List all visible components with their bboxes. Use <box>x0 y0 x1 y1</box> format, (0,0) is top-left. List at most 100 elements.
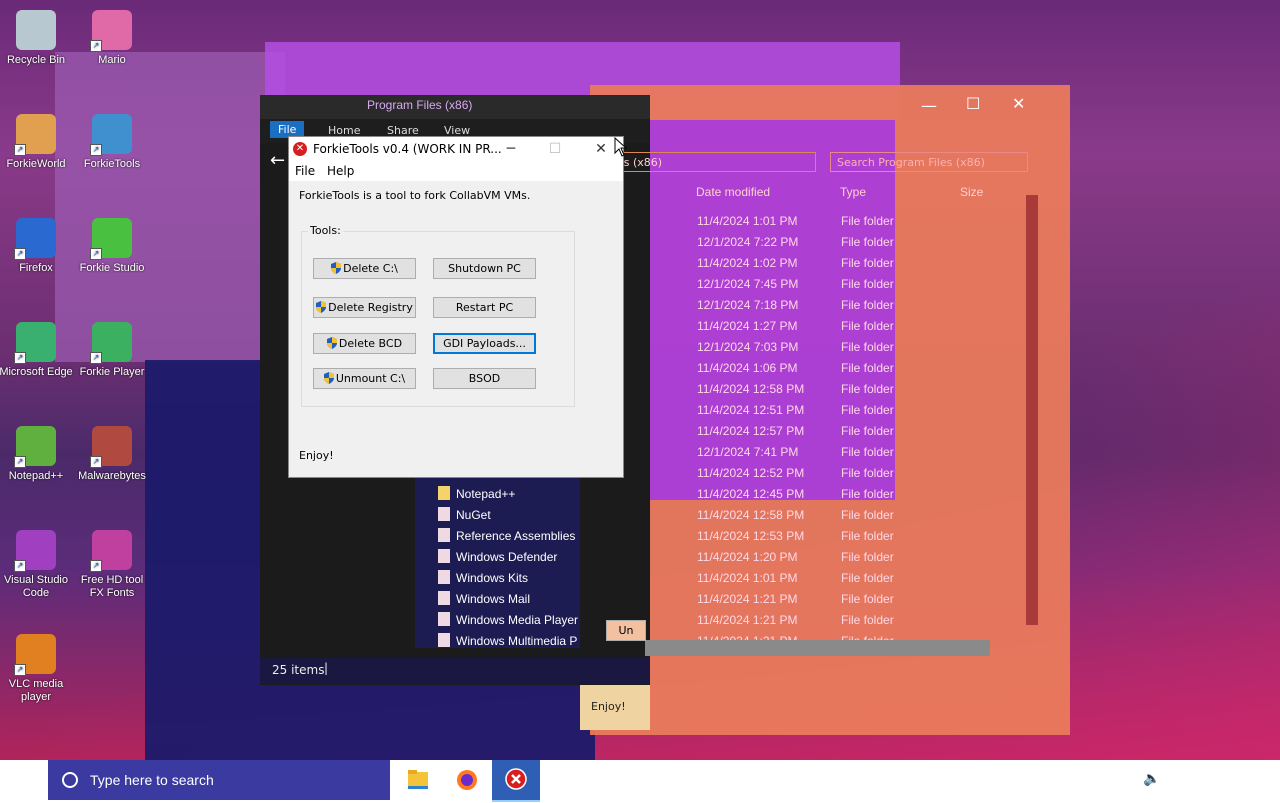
desktop-icon[interactable]: ↗ ForkieTools <box>74 114 150 171</box>
folder-icon <box>438 591 450 605</box>
horizontal-scrollbar[interactable] <box>645 640 990 656</box>
delete-c-button[interactable]: Delete C:\ <box>313 258 416 279</box>
minimize-icon[interactable]: ─ <box>497 139 525 159</box>
row-type: File folder <box>841 277 894 291</box>
uac-shield-icon <box>326 337 337 349</box>
row-date-modified: 12/1/2024 7:45 PM <box>697 277 799 291</box>
desktop-icon[interactable]: ↗ VLC media player <box>0 634 74 704</box>
error-icon: ✕ <box>293 142 307 156</box>
folder-icon <box>438 486 450 500</box>
desktop-icon-label: VLC media player <box>8 678 64 703</box>
shutdown-pc-button[interactable]: Shutdown PC <box>433 258 536 279</box>
delete-bcd-button[interactable]: Delete BCD <box>313 333 416 354</box>
desktop-icon[interactable]: ↗ Forkie Studio <box>74 218 150 275</box>
search-icon <box>62 772 78 788</box>
volume-icon[interactable]: 🔈 <box>1143 770 1160 787</box>
shortcut-arrow-icon: ↗ <box>14 664 26 676</box>
glitch-artifact <box>55 52 285 362</box>
folder-list-item[interactable]: Windows Multimedia P <box>438 631 588 652</box>
vscode-icon: ↗ <box>14 530 56 572</box>
gdi-payloads-button[interactable]: GDI Payloads... <box>433 333 536 354</box>
folder-list-item[interactable]: Reference Assemblies <box>438 526 588 547</box>
menu-file[interactable]: File <box>295 164 315 178</box>
close-icon[interactable]: ✕ <box>1012 94 1025 113</box>
start-button[interactable] <box>12 771 30 789</box>
row-date-modified: 12/1/2024 7:41 PM <box>697 445 799 459</box>
folder-name: Windows Kits <box>456 571 529 585</box>
row-type: File folder <box>841 466 894 480</box>
row-type: File folder <box>841 508 894 522</box>
minimize-icon[interactable]: — <box>921 96 937 115</box>
bsod-button[interactable]: BSOD <box>433 368 536 389</box>
desktop-icon-label: Visual Studio Code <box>3 574 68 599</box>
column-type[interactable]: Type <box>840 185 866 199</box>
row-type: File folder <box>841 214 894 228</box>
address-bar[interactable]: es (x86) <box>606 152 816 172</box>
forkie-tools-icon: ↗ <box>90 114 132 156</box>
folder-list-item[interactable]: Windows Kits <box>438 568 588 589</box>
folder-list-item[interactable]: Windows Mail <box>438 589 588 610</box>
dialog-footer-text: Enjoy! <box>299 449 334 462</box>
chevron-up-icon[interactable]: ⌃ <box>1096 770 1108 787</box>
folder-icon <box>438 528 450 542</box>
notepadpp-icon: ↗ <box>14 426 56 468</box>
delete-registry-button[interactable]: Delete Registry <box>313 297 416 318</box>
uac-shield-icon <box>323 372 334 384</box>
status-separator: | <box>324 661 329 675</box>
desktop-icon[interactable]: ↗ ForkieWorld <box>0 114 74 171</box>
row-date-modified: 11/4/2024 1:21 PM <box>697 592 798 606</box>
column-date-modified[interactable]: Date modified <box>696 185 770 199</box>
desktop-icon-label: Free HD tool FX Fonts <box>80 574 144 599</box>
desktop-icon[interactable]: ↗ Free HD tool FX Fonts <box>74 530 150 600</box>
shortcut-arrow-icon: ↗ <box>90 248 102 260</box>
clock-date: 12/1/2024 <box>1169 781 1223 795</box>
shortcut-arrow-icon: ↗ <box>90 144 102 156</box>
desktop-icon[interactable]: ↗ Malwarebytes <box>74 426 150 483</box>
mario-icon: ↗ <box>90 10 132 52</box>
firefox-taskbar-icon[interactable] <box>443 760 491 800</box>
vertical-scrollbar[interactable] <box>1026 195 1038 625</box>
row-type: File folder <box>841 592 894 606</box>
cursor-icon <box>614 137 628 157</box>
desktop-icon[interactable]: ↗ Firefox <box>0 218 74 275</box>
network-icon[interactable]: ⎓ <box>1120 771 1131 788</box>
row-date-modified: 11/4/2024 12:57 PM <box>697 424 805 438</box>
maximize-icon[interactable]: ☐ <box>966 94 980 113</box>
desktop-icon[interactable]: Recycle Bin <box>0 10 74 67</box>
tools-group-label: Tools: <box>308 224 343 237</box>
desktop-icon[interactable]: ↗ Notepad++ <box>0 426 74 483</box>
desktop-icon[interactable]: ↗ Forkie Player <box>74 322 150 379</box>
folder-list-item[interactable]: NuGet <box>438 505 588 526</box>
notification-icon[interactable]: □ <box>1238 769 1248 787</box>
row-type: File folder <box>841 235 894 249</box>
close-icon[interactable]: ✕ <box>587 139 615 159</box>
edge-icon: ↗ <box>14 322 56 364</box>
column-size[interactable]: Size <box>960 185 983 199</box>
forkietools-dialog[interactable]: ✕ ForkieTools v0.4 (WORK IN PR... ─ ☐ ✕ … <box>288 136 624 478</box>
folder-list-item[interactable]: Windows Media Player <box>438 610 588 631</box>
forkie-studio-icon: ↗ <box>90 218 132 260</box>
unmount-c-button[interactable]: Unmount C:\ <box>313 368 416 389</box>
row-date-modified: 11/4/2024 1:27 PM <box>697 319 798 333</box>
row-type: File folder <box>841 298 894 312</box>
folder-list-item[interactable]: Notepad++ <box>438 484 588 505</box>
desktop-icon[interactable]: ↗ Visual Studio Code <box>0 530 74 600</box>
dialog-title-bar[interactable]: ✕ ForkieTools v0.4 (WORK IN PR... ─ ☐ ✕ <box>289 137 623 161</box>
row-date-modified: 11/4/2024 12:58 PM <box>697 508 805 522</box>
uac-shield-icon <box>331 262 342 274</box>
desktop-icon[interactable]: ↗ Mario <box>74 10 150 67</box>
menu-help[interactable]: Help <box>327 164 354 178</box>
maximize-icon[interactable]: ☐ <box>541 139 569 159</box>
taskbar-search[interactable]: Type here to search <box>48 760 390 800</box>
search-input[interactable]: Search Program Files (x86) <box>830 152 1028 172</box>
folder-list-item[interactable]: Windows Defender <box>438 547 588 568</box>
desktop-icon[interactable]: ↗ Microsoft Edge <box>0 322 74 379</box>
taskbar-clock[interactable]: 9:09 PM 12/1/2024 <box>1160 764 1232 796</box>
forkietools-taskbar-icon[interactable] <box>492 760 540 802</box>
file-explorer-taskbar-icon[interactable] <box>394 760 442 800</box>
folder-icon <box>408 770 428 789</box>
back-arrow-icon[interactable]: ← <box>270 150 285 171</box>
restart-pc-button[interactable]: Restart PC <box>433 297 536 318</box>
row-date-modified: 11/4/2024 1:01 PM <box>697 214 798 228</box>
shortcut-arrow-icon: ↗ <box>14 144 26 156</box>
